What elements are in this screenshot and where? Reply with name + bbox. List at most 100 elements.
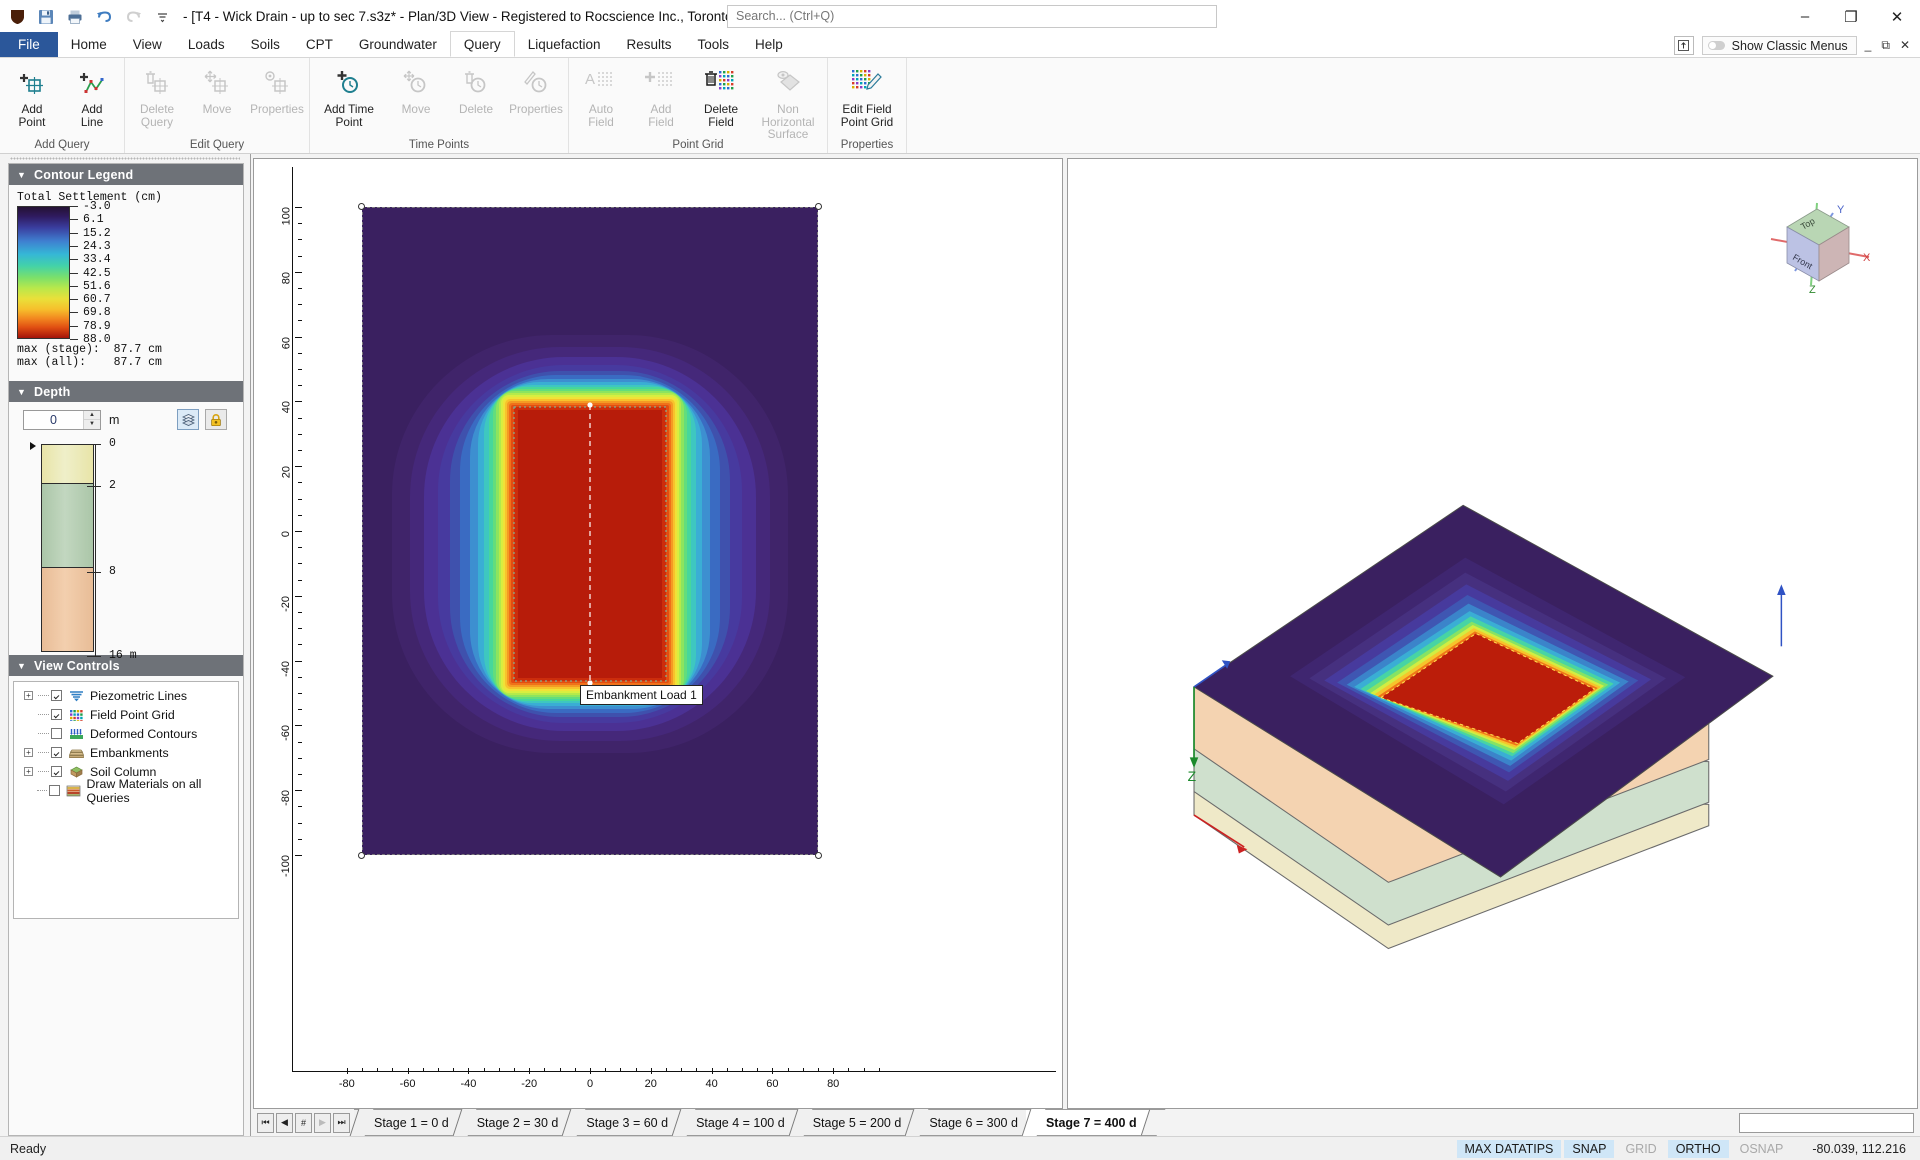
status-badge-snap[interactable]: SNAP <box>1564 1139 1615 1158</box>
3d-view[interactable]: Z X Z Y Top Front <box>1067 158 1918 1109</box>
save-icon[interactable] <box>35 6 57 28</box>
ribbon-tab-query[interactable]: Query <box>449 31 515 57</box>
ribbon-tab-results[interactable]: Results <box>614 32 685 57</box>
settlement-contour-plot[interactable]: Embankment Load 1 <box>358 203 822 859</box>
boundary-handle[interactable] <box>815 203 822 210</box>
ribbon-tab-groundwater[interactable]: Groundwater <box>346 32 450 57</box>
ribbon-group-items: Edit Field Point Grid <box>830 61 904 135</box>
checkbox[interactable] <box>51 766 62 777</box>
checkbox[interactable] <box>49 785 60 796</box>
depth-stepper[interactable]: 0 ▲ ▼ <box>23 409 101 430</box>
ribbon-tab-cpt[interactable]: CPT <box>293 32 346 57</box>
plan-x-tick <box>711 1068 713 1074</box>
pin-ribbon-icon[interactable] <box>1673 36 1694 55</box>
ribbon-tab-tools[interactable]: Tools <box>685 32 743 57</box>
search-input[interactable]: Search... (Ctrl+Q) <box>727 5 1217 28</box>
view-cube-svg[interactable]: X Z Y Top Front <box>1765 197 1875 297</box>
ribbon-button-add-point[interactable]: Add Point <box>2 61 62 128</box>
status-badge-grid[interactable]: GRID <box>1617 1140 1664 1158</box>
boundary-handle[interactable] <box>358 852 365 859</box>
ribbon-tab-soils[interactable]: Soils <box>238 32 293 57</box>
plan-view[interactable]: 100 80 60 40 20 0 -20 -40 -60 -80 -100 -80 -60 -40 -2… <box>253 158 1063 1109</box>
add-line-icon <box>77 66 107 100</box>
stage-tab-4[interactable]: Stage 4 = 100 d <box>676 1109 801 1136</box>
contour-legend-header[interactable]: ▼ Contour Legend <box>9 164 243 185</box>
customize-qat-icon[interactable] <box>151 6 173 28</box>
embankments-icon <box>68 746 84 759</box>
ribbon-tab-home[interactable]: Home <box>58 32 120 57</box>
ribbon-tab-view[interactable]: View <box>120 32 175 57</box>
undo-icon[interactable] <box>93 6 115 28</box>
redo-icon[interactable] <box>122 6 144 28</box>
soil-layer[interactable] <box>41 444 94 484</box>
legend-tick-value: 33.4 <box>83 253 111 267</box>
close-ribbon-button[interactable]: ✕ <box>1900 38 1910 53</box>
checkbox[interactable] <box>51 747 62 758</box>
stage-tab-list: Stage 1 = 0 d Stage 2 = 30 d Stage 3 = 60 … <box>354 1109 1153 1136</box>
checkbox[interactable] <box>51 709 62 720</box>
status-badge-ortho[interactable]: ORTHO <box>1667 1139 1729 1158</box>
plan-x-minor-tick <box>696 1068 698 1072</box>
stage-tab-3[interactable]: Stage 3 = 60 d <box>566 1109 685 1136</box>
last-stage-icon[interactable]: ⏭ <box>333 1112 350 1133</box>
plan-x-minor-tick <box>878 1068 880 1072</box>
layers-icon[interactable] <box>177 409 199 430</box>
minimize-ribbon-button[interactable]: _ <box>1865 38 1872 53</box>
depth-header[interactable]: ▼ Depth <box>9 381 243 402</box>
stage-tab-2[interactable]: Stage 2 = 30 d <box>456 1109 575 1136</box>
maximize-button[interactable]: ❐ <box>1828 0 1874 33</box>
previous-stage-icon[interactable]: ◀ <box>276 1112 293 1133</box>
view-control-piezometric-lines[interactable]: + Piezometric Lines <box>18 688 234 703</box>
expand-icon[interactable]: + <box>24 748 33 757</box>
soil-layer[interactable] <box>41 568 94 652</box>
next-stage-icon[interactable]: ▶ <box>314 1112 331 1133</box>
stage-tab-6[interactable]: Stage 6 = 300 d <box>909 1109 1034 1136</box>
status-badge-osnap[interactable]: OSNAP <box>1732 1140 1792 1158</box>
ribbon-tab-loads[interactable]: Loads <box>175 32 238 57</box>
app-logo-icon[interactable] <box>6 6 28 28</box>
soil-layer[interactable] <box>41 484 94 568</box>
legend-tick-value: 15.2 <box>83 226 111 240</box>
stage-tab-5[interactable]: Stage 5 = 200 d <box>792 1109 918 1136</box>
spin-down-icon[interactable]: ▼ <box>84 420 100 429</box>
lock-icon[interactable] <box>205 409 227 430</box>
boundary-handle[interactable] <box>815 852 822 859</box>
ribbon-button-delete-field[interactable]: Delete Field <box>691 61 751 128</box>
expand-icon[interactable]: + <box>24 691 33 700</box>
checkbox[interactable] <box>51 690 62 701</box>
view-cube[interactable]: X Z Y Top Front <box>1765 197 1875 297</box>
embankment-load-label[interactable]: Embankment Load 1 <box>580 685 703 705</box>
checkbox[interactable] <box>51 728 62 739</box>
ribbon-button-add-line[interactable]: Add Line <box>62 61 122 128</box>
view-control-draw-materials-on-all-queries[interactable]: Draw Materials on all Queries <box>18 777 234 805</box>
spin-up-icon[interactable]: ▲ <box>84 410 100 420</box>
expand-icon[interactable]: + <box>24 767 33 776</box>
view-controls-tree[interactable]: + Piezometric Lines Field Point Grid Deform… <box>13 681 239 919</box>
plan-y-minor-tick <box>298 239 302 241</box>
stage-input-field[interactable] <box>1739 1112 1914 1133</box>
print-icon[interactable] <box>64 6 86 28</box>
ribbon-button-label: Add Time Point <box>324 102 374 129</box>
toggle-switch-icon[interactable] <box>1707 41 1725 50</box>
view-control-field-point-grid[interactable]: Field Point Grid <box>18 707 234 722</box>
minimize-button[interactable]: – <box>1782 0 1828 33</box>
panel-drag-grip[interactable] <box>0 154 250 163</box>
ribbon-tab-liquefaction[interactable]: Liquefaction <box>515 32 614 57</box>
restore-ribbon-button[interactable]: ⧉ <box>1881 38 1890 53</box>
stage-number-icon[interactable]: # <box>295 1112 312 1133</box>
close-button[interactable]: ✕ <box>1874 0 1920 33</box>
boundary-handle[interactable] <box>358 203 365 210</box>
first-stage-icon[interactable]: ⏮ <box>257 1112 274 1133</box>
ribbon-tab-file[interactable]: File <box>0 32 58 57</box>
status-badge-max-datatips[interactable]: MAX DATATIPS <box>1456 1139 1562 1158</box>
view-control-embankments[interactable]: + Embankments <box>18 745 234 760</box>
view-control-deformed-contours[interactable]: Deformed Contours <box>18 726 234 741</box>
show-classic-menus-toggle[interactable]: Show Classic Menus <box>1701 36 1857 55</box>
ribbon-button-edit-field-point-grid[interactable]: Edit Field Point Grid <box>830 61 904 128</box>
ribbon-tab-help[interactable]: Help <box>742 32 796 57</box>
stage-tab-7[interactable]: Stage 7 = 400 d <box>1025 1109 1153 1136</box>
ribbon-button-add-time-point[interactable]: Add Time Point <box>312 61 386 128</box>
stage-tab-1[interactable]: Stage 1 = 0 d <box>354 1109 465 1136</box>
depth-value[interactable]: 0 <box>24 411 83 429</box>
